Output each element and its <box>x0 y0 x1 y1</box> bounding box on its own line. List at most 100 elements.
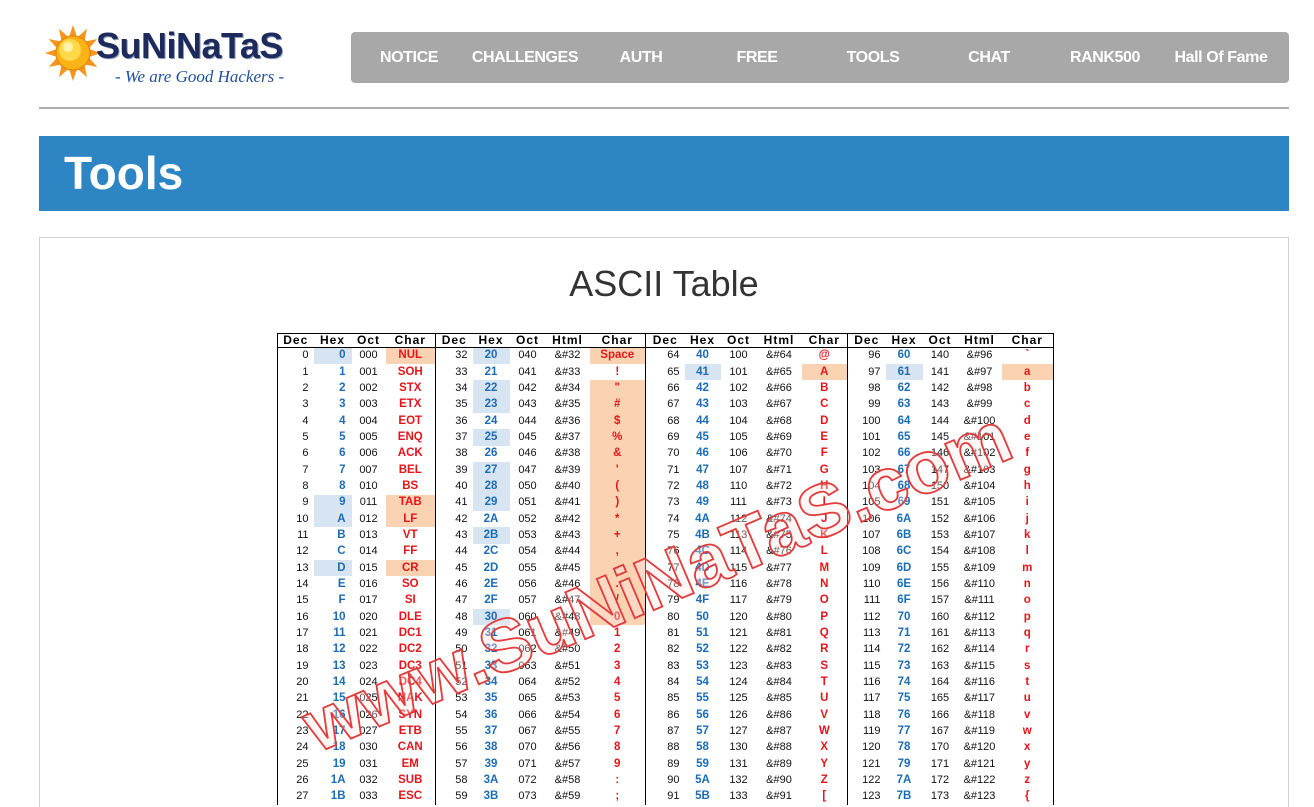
hex-cell: 3 <box>339 398 346 411</box>
oct-cell: 172 <box>930 774 950 787</box>
dec-cell: 12 <box>296 545 309 558</box>
char-cell: E <box>820 430 829 443</box>
char-cell: & <box>589 445 646 462</box>
html-cell: &#117 <box>964 692 995 705</box>
oct-cell: 005 <box>359 430 378 443</box>
hex-cell: 66 <box>897 447 911 460</box>
hex-cell: 3A <box>483 774 499 787</box>
dec-cell: 47 <box>435 592 473 609</box>
nav-item-hall-of-fame[interactable]: Hall Of Fame <box>1163 32 1279 83</box>
oct-cell: 047 <box>518 463 537 476</box>
hex-cell: 6E <box>896 577 912 590</box>
dec-cell: 118 <box>847 707 886 724</box>
char-cell: p <box>1023 610 1031 623</box>
char-cell: [ <box>822 790 827 803</box>
html-cell: &#103 <box>963 463 996 476</box>
html-cell: &#32 <box>554 349 581 362</box>
hex-cell: 6B <box>896 528 912 541</box>
char-cell: / <box>589 592 646 609</box>
html-cell: &#65 <box>766 365 792 378</box>
hex-cell: 14 <box>332 676 346 689</box>
table-row: 13 D 015 CR 45 2D 055 &#45-77 4D 115 &#77 M 109 6D 155… <box>278 559 1054 577</box>
hex-cell: 33 <box>484 659 498 672</box>
char-cell: u <box>1023 692 1031 705</box>
hex-cell: 22 <box>472 380 510 397</box>
html-cell: &#80 <box>766 610 792 623</box>
oct-cell: 016 <box>359 577 378 590</box>
hex-cell: 64 <box>897 414 911 427</box>
dec-cell: 85 <box>645 690 685 708</box>
char-cell: NUL <box>385 347 436 364</box>
html-cell: &#112 <box>964 610 995 623</box>
nav-item-free[interactable]: FREE <box>699 32 815 83</box>
dec-cell: 106 <box>847 510 886 528</box>
hex-cell: 4A <box>695 512 710 525</box>
oct-cell: 111 <box>730 496 747 509</box>
dec-cell: 32 <box>435 347 473 364</box>
html-cell: &#110 <box>964 577 995 590</box>
nav-item-tools[interactable]: TOOLS <box>815 32 931 83</box>
oct-cell: 045 <box>518 430 537 443</box>
hex-cell: 3B <box>483 790 499 803</box>
char-cell: ` <box>1025 349 1030 362</box>
html-cell: &#100 <box>963 414 996 427</box>
hex-cell: 4 <box>339 414 346 427</box>
html-cell: &#114 <box>964 643 995 656</box>
html-cell: &#79 <box>766 594 792 607</box>
oct-cell: 161 <box>930 627 950 640</box>
table-row: 0 0 000 NUL 32 20 040 &#32 Space 64 40 100 &#64 @96 60… <box>278 347 1054 364</box>
oct-cell: 025 <box>359 692 378 705</box>
html-cell: &#87 <box>766 725 792 738</box>
header-char: Char <box>385 333 436 348</box>
dec-cell: 66 <box>645 380 685 397</box>
dec-cell: 83 <box>645 658 685 675</box>
dec-cell: 51 <box>435 658 473 675</box>
char-cell: EOT <box>398 414 423 427</box>
page-banner: Tools <box>39 136 1289 211</box>
dec-cell: 111 <box>847 592 886 609</box>
dec-cell: 64 <box>645 347 685 364</box>
dec-cell: 101 <box>847 429 886 446</box>
content-panel: ASCII Table Dec Hex Oct Char Dec Hex Oct Html Ch… <box>39 237 1289 807</box>
oct-cell: 105 <box>729 430 748 443</box>
oct-cell: 021 <box>359 627 378 640</box>
dec-cell: 14 <box>296 577 309 590</box>
oct-cell: 042 <box>518 381 537 394</box>
nav-item-notice[interactable]: NOTICE <box>351 32 467 83</box>
oct-cell: 014 <box>359 545 378 558</box>
nav-item-rank500[interactable]: RANK500 <box>1047 32 1163 83</box>
dec-cell: 89 <box>645 756 685 773</box>
header-dec: Dec <box>847 333 886 348</box>
nav-item-chat[interactable]: CHAT <box>931 32 1047 83</box>
hex-cell: 34 <box>484 676 498 689</box>
oct-cell: 153 <box>930 528 950 541</box>
dec-cell: 122 <box>847 772 886 789</box>
hex-cell: 4F <box>695 594 710 607</box>
char-cell: ACK <box>397 447 423 460</box>
dec-cell: 99 <box>847 396 886 413</box>
nav-item-challenges[interactable]: CHALLENGES <box>467 32 583 83</box>
char-cell: z <box>1024 774 1031 787</box>
html-cell: &#41 <box>554 496 581 509</box>
dec-cell: 55 <box>435 723 473 740</box>
char-cell: N <box>820 577 829 590</box>
hex-cell: 69 <box>897 496 911 509</box>
dec-cell: 42 <box>435 510 473 528</box>
hex-cell: 68 <box>897 479 911 492</box>
header-oct: Oct <box>922 333 958 348</box>
oct-cell: 011 <box>359 496 378 509</box>
site-logo[interactable]: SuNiNaTaS - We are Good Hackers - <box>44 22 294 92</box>
dec-cell: 10 <box>296 512 309 525</box>
char-cell: ! <box>615 365 620 378</box>
oct-cell: 004 <box>359 414 378 427</box>
char-cell: O <box>819 594 829 607</box>
hex-cell: 15 <box>332 692 346 705</box>
hex-cell: 23 <box>472 396 510 413</box>
nav-item-auth[interactable]: AUTH <box>583 32 699 83</box>
html-cell: &#71 <box>766 463 792 476</box>
char-cell: J <box>821 512 828 525</box>
hex-cell: 4D <box>695 561 710 574</box>
dec-cell: 9 <box>302 496 309 509</box>
html-cell: &#67 <box>766 398 792 411</box>
dec-cell: 77 <box>645 559 685 577</box>
